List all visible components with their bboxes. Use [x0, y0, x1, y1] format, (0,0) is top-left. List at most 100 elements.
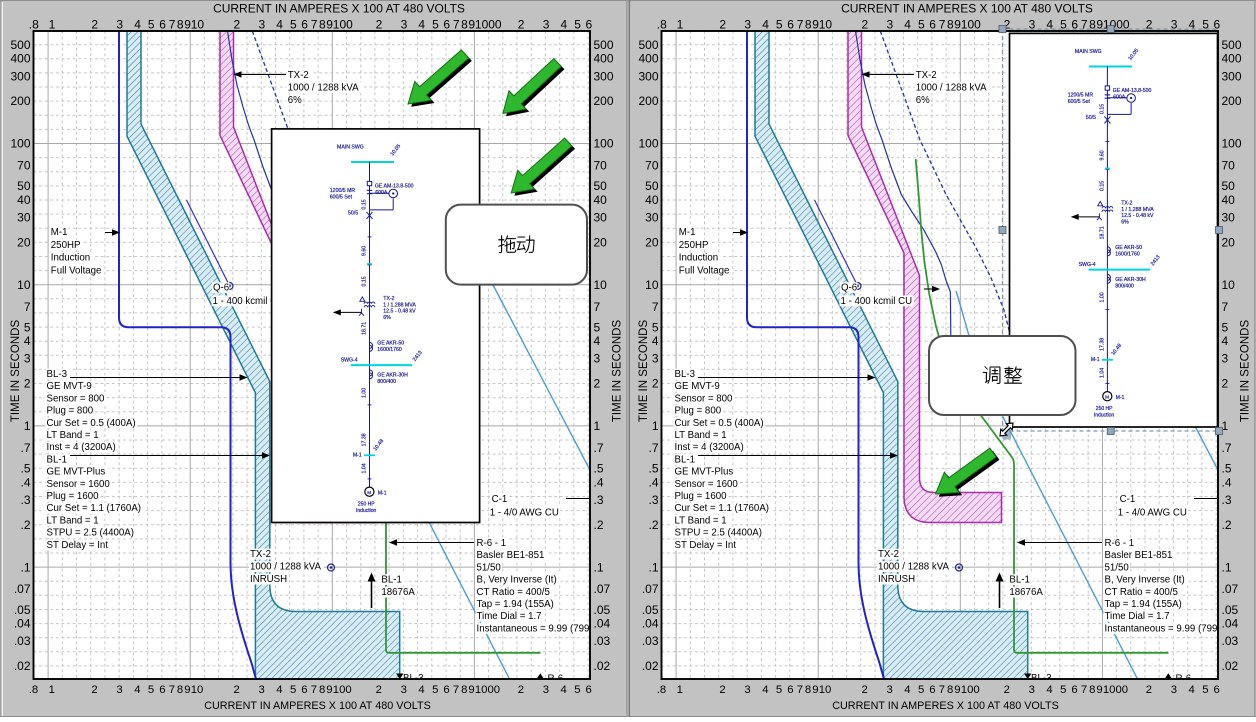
- svg-text:Tap = 1.94 (155A): Tap = 1.94 (155A): [1105, 599, 1182, 610]
- svg-text:.03: .03: [14, 634, 31, 648]
- svg-text:4: 4: [134, 17, 141, 31]
- svg-text:0.15: 0.15: [1100, 181, 1106, 191]
- svg-text:20: 20: [645, 235, 659, 249]
- svg-text:4: 4: [652, 334, 659, 348]
- svg-text:5: 5: [918, 684, 924, 696]
- svg-text:2: 2: [24, 377, 31, 391]
- svg-text:8: 8: [177, 17, 184, 31]
- svg-text:LT Band = 1: LT Band = 1: [47, 515, 99, 526]
- svg-text:SWG-4: SWG-4: [1079, 262, 1096, 268]
- svg-text:50: 50: [1222, 179, 1236, 193]
- svg-text:1000 / 1288 kVA: 1000 / 1288 kVA: [916, 83, 987, 94]
- svg-text:C-1: C-1: [492, 494, 508, 505]
- svg-text:4: 4: [1222, 334, 1229, 348]
- svg-text:2: 2: [234, 684, 240, 696]
- svg-text:50: 50: [594, 179, 608, 193]
- svg-text:Cur Set = 1.1 (1760A): Cur Set = 1.1 (1760A): [675, 503, 770, 514]
- svg-text:6: 6: [301, 684, 307, 696]
- svg-text:7: 7: [939, 17, 946, 31]
- svg-text:Sensor = 1600: Sensor = 1600: [47, 479, 111, 490]
- svg-text:.07: .07: [1222, 582, 1239, 596]
- svg-text:.7: .7: [594, 441, 604, 455]
- svg-text:.1: .1: [20, 560, 30, 574]
- svg-text:70: 70: [594, 159, 608, 173]
- svg-text:2: 2: [1146, 684, 1152, 696]
- svg-text:100: 100: [594, 137, 614, 151]
- svg-text:5: 5: [290, 684, 296, 696]
- svg-text:CT Ratio = 400/5: CT Ratio = 400/5: [477, 587, 550, 598]
- svg-text:250HP: 250HP: [51, 240, 81, 251]
- svg-text:R-6 - 1: R-6 - 1: [477, 538, 507, 549]
- svg-text:6: 6: [1214, 684, 1220, 696]
- svg-text:100: 100: [638, 137, 658, 151]
- svg-text:6%: 6%: [288, 95, 302, 106]
- svg-text:Full Voltage: Full Voltage: [51, 265, 102, 276]
- svg-text:6: 6: [443, 17, 450, 31]
- svg-text:20: 20: [594, 235, 608, 249]
- svg-text:200: 200: [594, 94, 614, 108]
- svg-text:9: 9: [1096, 684, 1102, 696]
- svg-text:500: 500: [10, 38, 30, 52]
- svg-text:1.04: 1.04: [362, 463, 368, 473]
- svg-text:.04: .04: [14, 617, 31, 631]
- svg-text:2: 2: [376, 684, 382, 696]
- svg-text:500: 500: [1222, 38, 1242, 52]
- svg-text:.8: .8: [657, 684, 666, 696]
- svg-text:2: 2: [234, 17, 241, 31]
- svg-text:.2: .2: [648, 518, 658, 532]
- svg-text:5: 5: [290, 17, 297, 31]
- svg-text:8: 8: [319, 684, 325, 696]
- svg-text:TX-2: TX-2: [916, 70, 937, 81]
- svg-text:6: 6: [929, 684, 935, 696]
- svg-text:2: 2: [862, 17, 869, 31]
- svg-text:3: 3: [1029, 684, 1035, 696]
- svg-text:M-1: M-1: [679, 227, 696, 238]
- svg-text:8: 8: [947, 17, 954, 31]
- svg-text:6: 6: [586, 17, 593, 31]
- svg-text:600/5 Set: 600/5 Set: [1068, 99, 1091, 105]
- svg-text:51/50: 51/50: [1105, 562, 1130, 573]
- svg-text:7: 7: [594, 300, 601, 314]
- svg-text:300: 300: [594, 69, 614, 83]
- svg-text:.05: .05: [642, 603, 659, 617]
- svg-text:Induction: Induction: [356, 508, 377, 514]
- svg-text:7: 7: [311, 17, 318, 31]
- svg-text:3: 3: [887, 17, 894, 31]
- svg-text:CURRENT IN AMPERES X 100 AT 48: CURRENT IN AMPERES X 100 AT 480 VOLTS: [204, 700, 431, 712]
- svg-text:250 HP: 250 HP: [1096, 406, 1113, 412]
- svg-text:M: M: [1105, 395, 1109, 400]
- svg-text:8: 8: [805, 684, 811, 696]
- svg-text:1: 1: [594, 419, 601, 433]
- svg-text:1: 1: [652, 419, 659, 433]
- svg-text:.5: .5: [648, 462, 658, 476]
- svg-text:7: 7: [311, 684, 317, 696]
- svg-text:2: 2: [91, 17, 98, 31]
- svg-text:1.00: 1.00: [362, 388, 368, 398]
- svg-text:M-1: M-1: [353, 452, 362, 458]
- svg-text:Time Dial = 1.7: Time Dial = 1.7: [1105, 611, 1170, 622]
- svg-text:9: 9: [954, 684, 960, 696]
- svg-text:TIME IN SECONDS: TIME IN SECONDS: [10, 320, 22, 423]
- svg-text:800/400: 800/400: [1115, 283, 1134, 289]
- svg-text:1 / 1.288 MVA: 1 / 1.288 MVA: [383, 302, 416, 308]
- svg-text:Instantaneous = 9.99 (799A): Instantaneous = 9.99 (799A): [1105, 623, 1228, 634]
- svg-text:Sensor = 800: Sensor = 800: [675, 393, 734, 404]
- svg-text:3: 3: [652, 352, 659, 366]
- svg-text:3: 3: [401, 684, 407, 696]
- svg-text:8: 8: [319, 17, 326, 31]
- svg-text:2: 2: [652, 377, 659, 391]
- svg-text:6: 6: [159, 684, 165, 696]
- svg-text:.05: .05: [594, 603, 611, 617]
- svg-text:.02: .02: [14, 659, 31, 673]
- svg-text:250HP: 250HP: [679, 240, 709, 251]
- svg-text:.4: .4: [594, 475, 604, 489]
- svg-text:5: 5: [24, 320, 31, 334]
- svg-text:8: 8: [461, 684, 467, 696]
- svg-text:.2: .2: [20, 518, 30, 532]
- svg-text:100: 100: [961, 17, 981, 31]
- svg-text:TX-2: TX-2: [383, 296, 394, 302]
- svg-text:.3: .3: [20, 493, 30, 507]
- svg-text:GE MVT-Plus: GE MVT-Plus: [675, 467, 734, 478]
- svg-text:30: 30: [594, 211, 608, 225]
- svg-text:.04: .04: [594, 617, 611, 631]
